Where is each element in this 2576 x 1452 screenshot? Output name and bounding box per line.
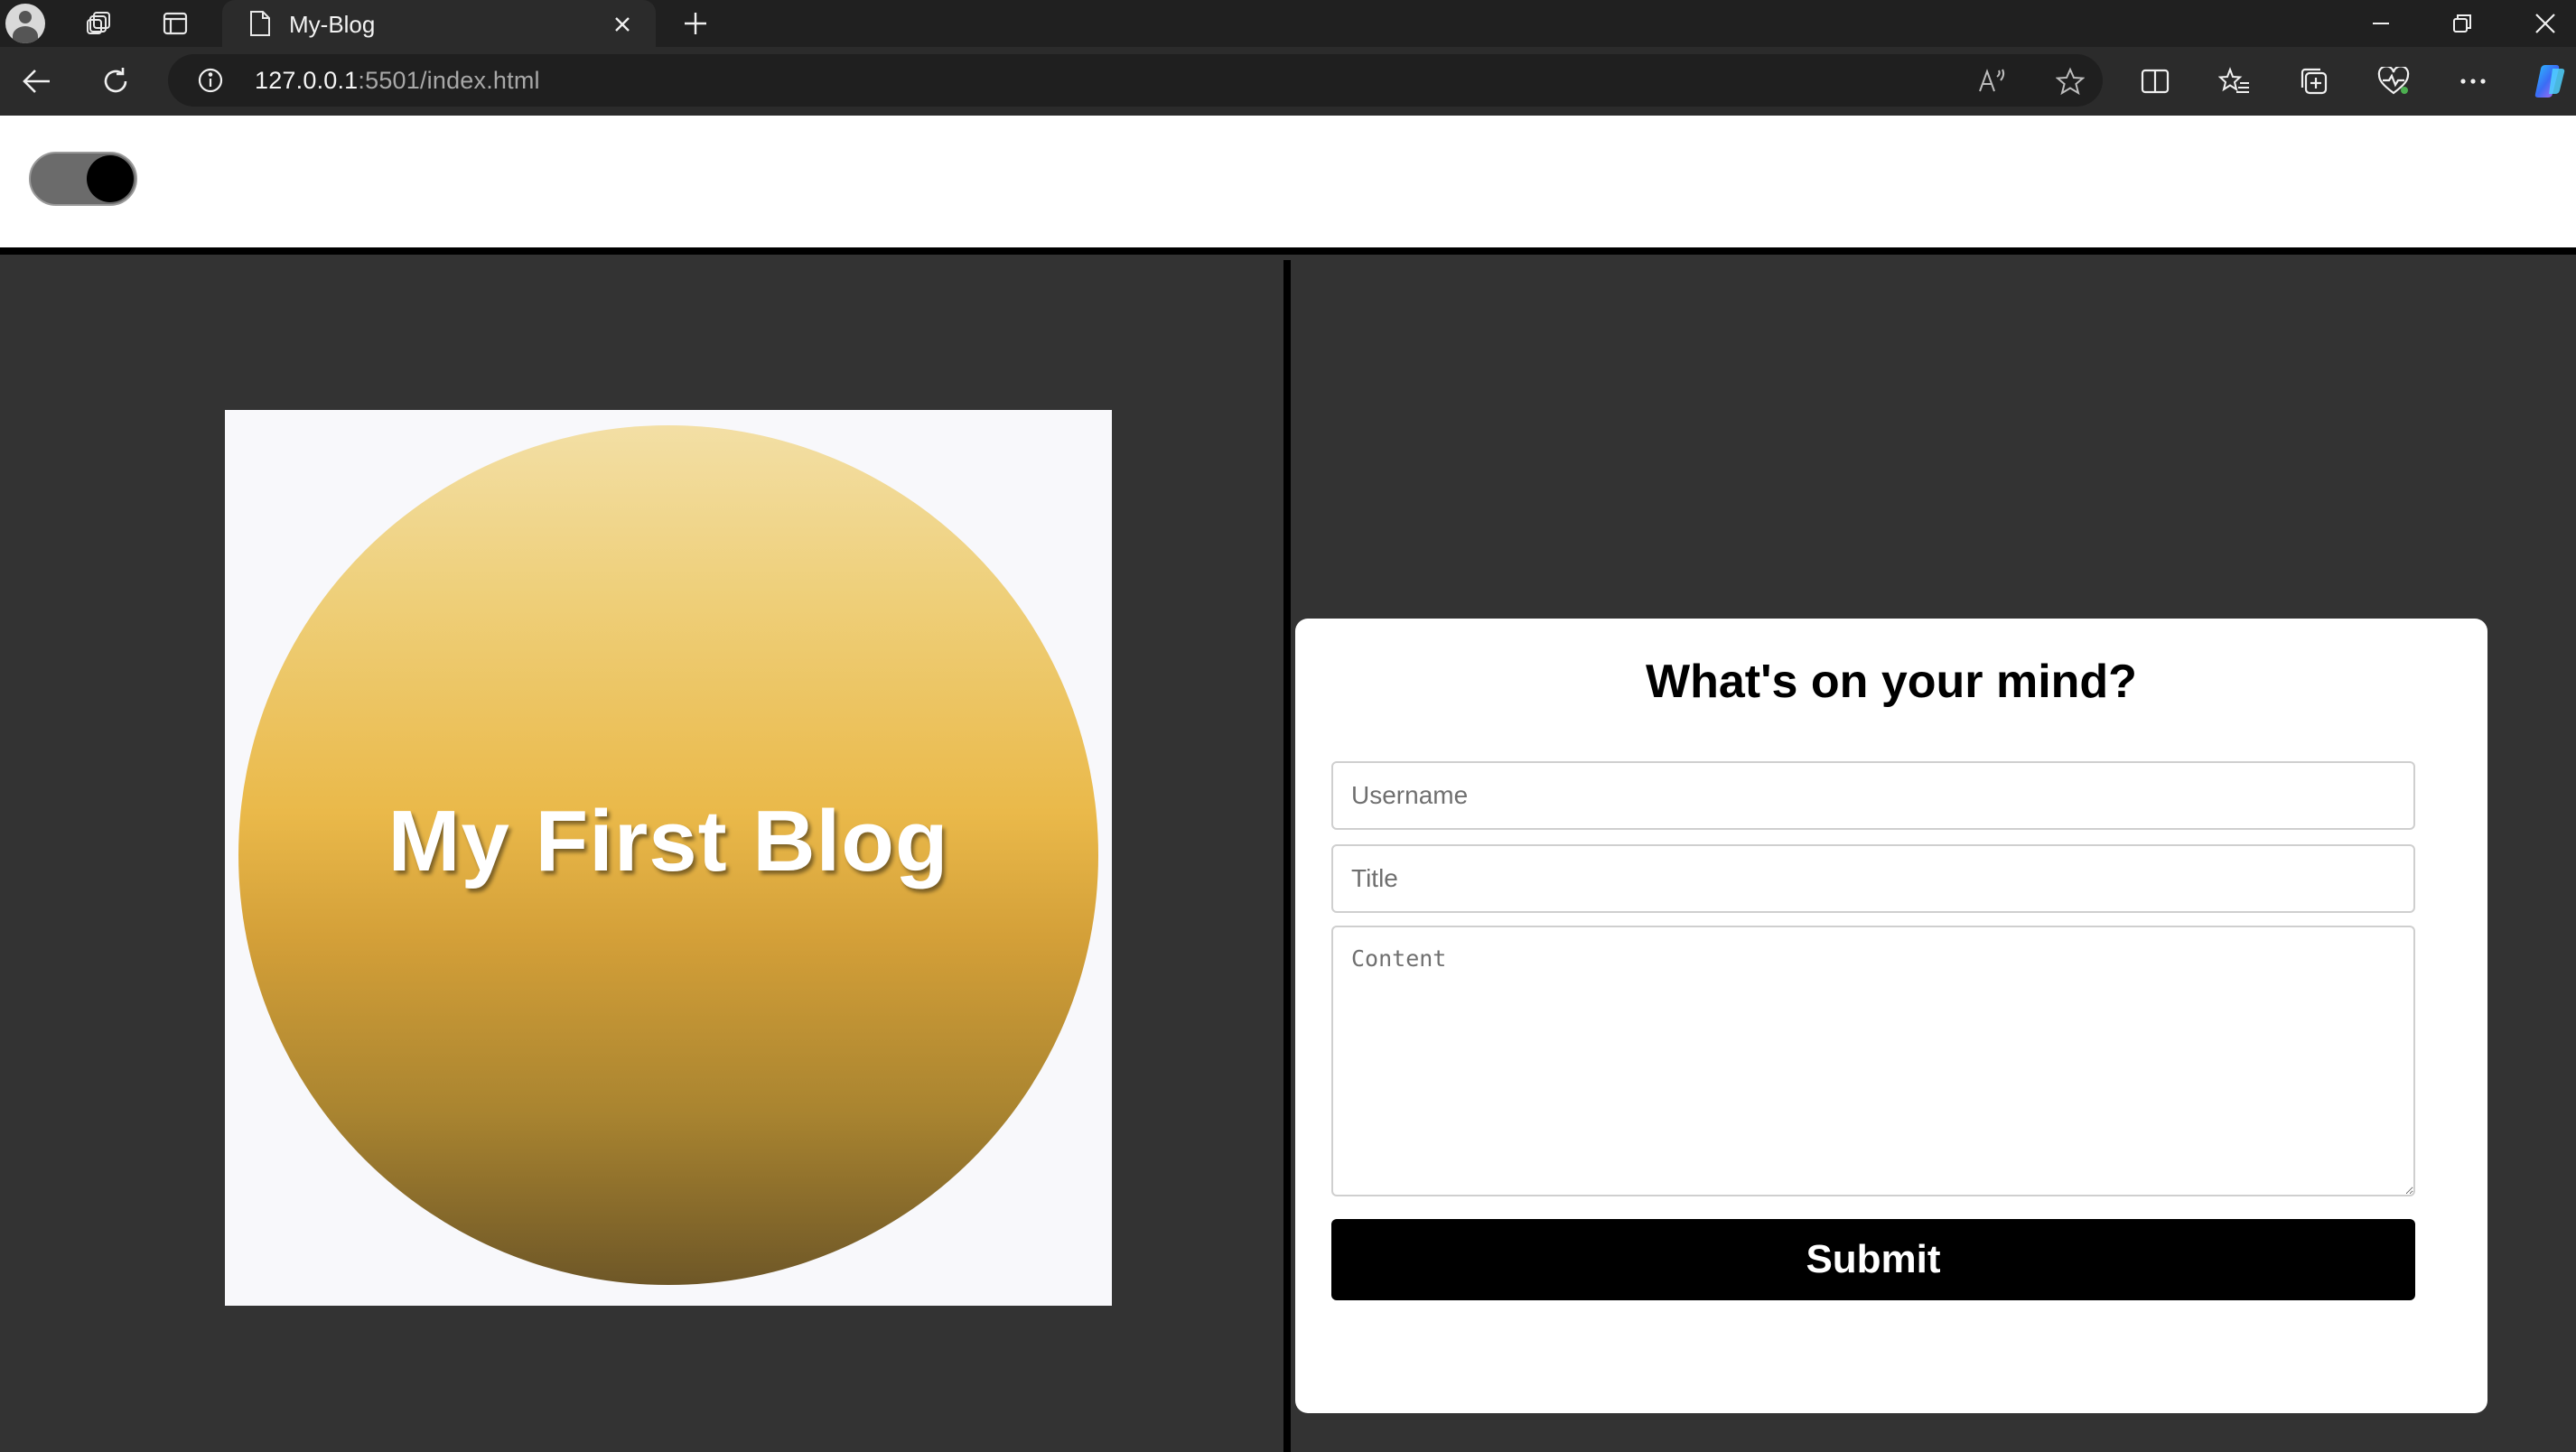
- profile-avatar-icon[interactable]: [5, 4, 45, 43]
- logo-text: My First Blog: [387, 793, 949, 889]
- url-text: 127.0.0.1:5501/index.html: [255, 67, 540, 95]
- form-heading: What's on your mind?: [1646, 656, 2137, 708]
- theme-toggle[interactable]: [29, 152, 137, 206]
- active-tab[interactable]: My-Blog: [222, 0, 656, 47]
- back-arrow-icon[interactable]: [14, 60, 58, 103]
- new-tab-icon[interactable]: [676, 4, 715, 43]
- browser-tab-strip: My-Blog: [0, 0, 2576, 47]
- site-info-icon[interactable]: [195, 65, 226, 96]
- username-input[interactable]: [1331, 761, 2415, 830]
- page-header: [0, 116, 2576, 255]
- copilot-icon[interactable]: [2525, 58, 2572, 105]
- close-tab-icon[interactable]: [607, 9, 638, 40]
- url-path: :5501/index.html: [358, 67, 540, 94]
- split-screen-icon[interactable]: [2133, 60, 2177, 103]
- column-divider: [1283, 260, 1291, 1452]
- blog-logo-image: My First Blog: [225, 410, 1112, 1306]
- favorite-star-icon[interactable]: [2052, 63, 2088, 99]
- content-textarea[interactable]: [1331, 926, 2415, 1196]
- tab-title: My-Blog: [289, 11, 376, 38]
- browser-essentials-icon[interactable]: [2372, 60, 2415, 103]
- minimize-window-icon[interactable]: [2361, 4, 2401, 43]
- toggle-knob: [87, 155, 134, 202]
- address-bar-row: 127.0.0.1:5501/index.html: [0, 47, 2576, 116]
- url-host: 127.0.0.1: [255, 67, 359, 94]
- workspaces-icon[interactable]: [79, 4, 119, 43]
- page-file-icon: [244, 7, 276, 40]
- restore-window-icon[interactable]: [2442, 4, 2482, 43]
- more-options-icon[interactable]: [2451, 60, 2495, 103]
- main-content: My First Blog What's on your mind? Submi…: [0, 255, 2576, 1452]
- logo-circle: My First Blog: [238, 425, 1098, 1285]
- refresh-icon[interactable]: [94, 60, 137, 103]
- tab-actions-icon[interactable]: [155, 4, 195, 43]
- title-input[interactable]: [1331, 844, 2415, 913]
- new-post-form: What's on your mind? Submit: [1295, 619, 2487, 1413]
- submit-button[interactable]: Submit: [1331, 1219, 2415, 1300]
- address-bar[interactable]: 127.0.0.1:5501/index.html: [168, 54, 2103, 107]
- close-window-icon[interactable]: [2525, 4, 2565, 43]
- favorites-icon[interactable]: [2213, 60, 2256, 103]
- read-aloud-icon[interactable]: [1974, 63, 2011, 99]
- collections-icon[interactable]: [2292, 60, 2336, 103]
